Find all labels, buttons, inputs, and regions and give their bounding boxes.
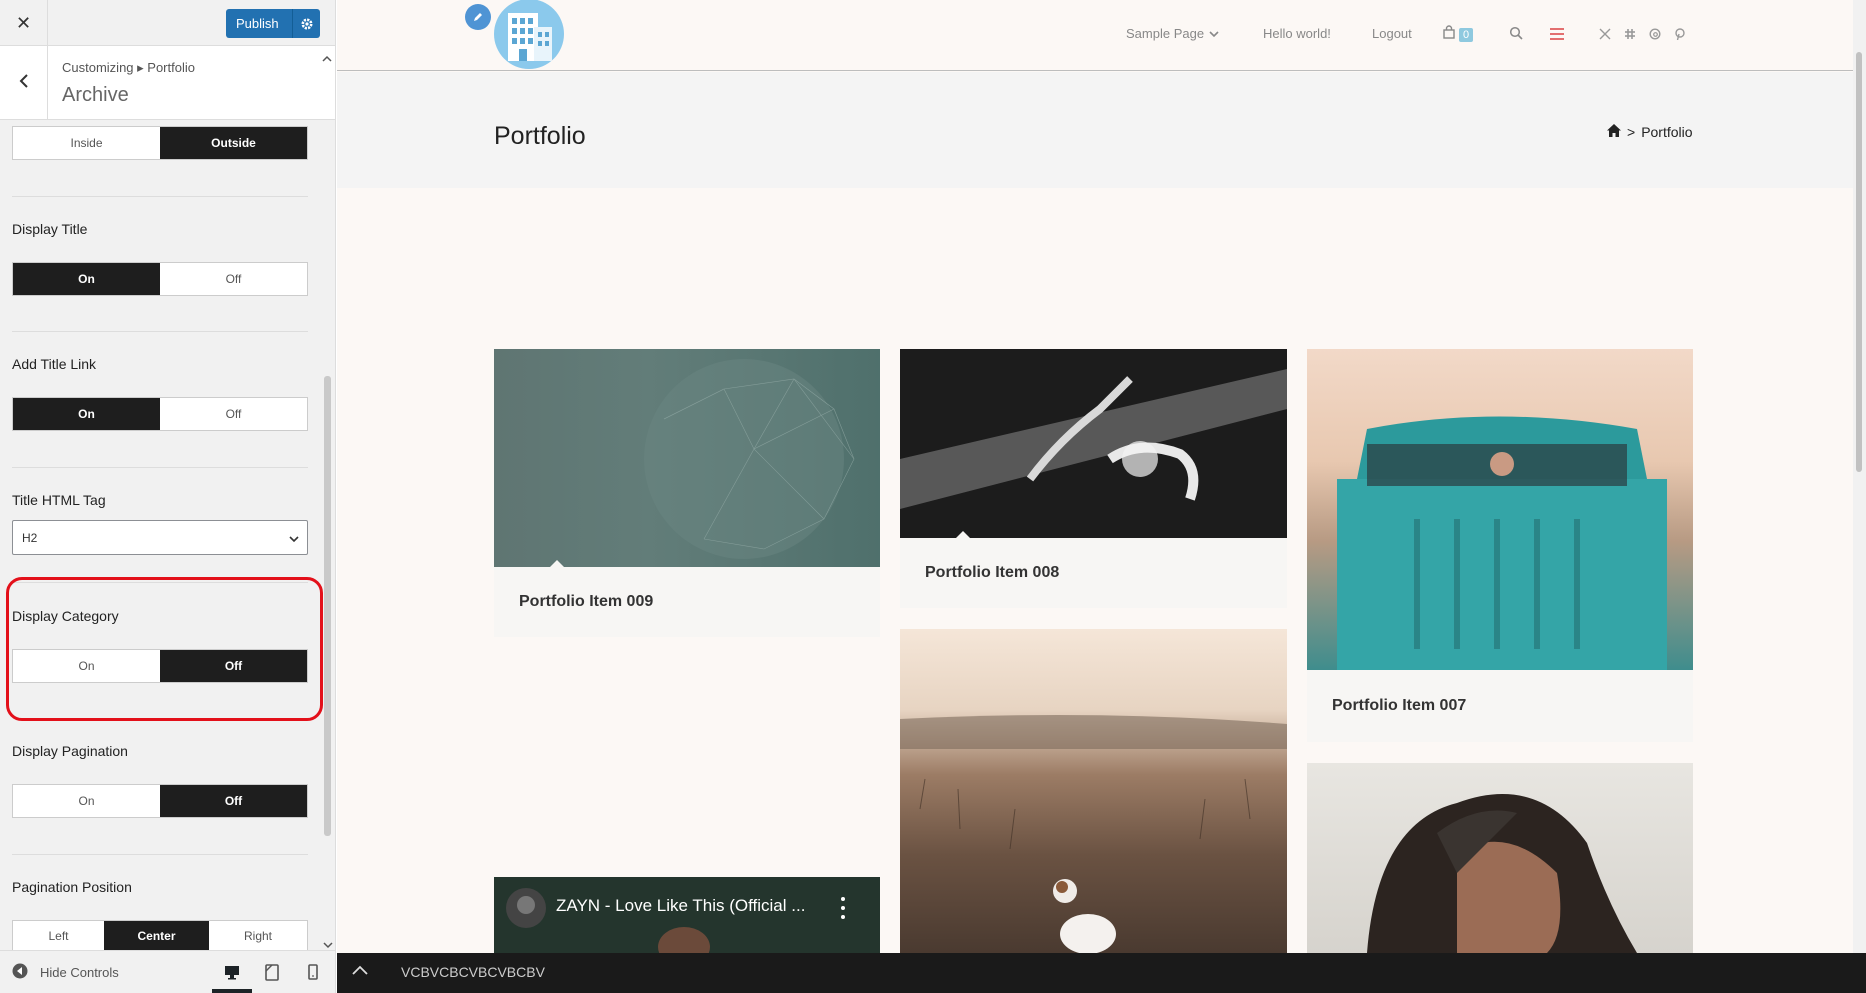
gear-icon[interactable] (292, 9, 320, 38)
nav-item-hello-world[interactable]: Hello world! (1263, 26, 1331, 41)
breadcrumb-current: Portfolio (1641, 124, 1693, 140)
title-html-tag-label: Title HTML Tag (12, 492, 106, 508)
pagination-right[interactable]: Right (209, 921, 307, 951)
publish-label: Publish (236, 16, 279, 31)
display-pagination-toggle: On Off (12, 784, 308, 818)
display-pagination-label: Display Pagination (12, 743, 128, 759)
chevron-left-icon (18, 73, 30, 94)
nav-item-sample-page[interactable]: Sample Page (1126, 26, 1219, 41)
bottom-bar: VCBVCBCVBCVBCBV (337, 953, 1866, 993)
chevron-up-icon[interactable] (351, 963, 369, 982)
breadcrumb: > Portfolio (1607, 124, 1693, 140)
annotation-highlight-box (6, 577, 323, 721)
x-twitter-icon[interactable] (1599, 27, 1611, 45)
publish-button[interactable]: Publish (226, 9, 320, 38)
divider (12, 196, 308, 197)
position-toggle: Inside Outside (12, 126, 308, 160)
add-title-link-off[interactable]: Off (160, 398, 307, 430)
page-title: Portfolio (494, 122, 586, 150)
pagination-position-label: Pagination Position (12, 879, 132, 895)
portfolio-image-portrait[interactable] (1307, 763, 1693, 953)
chevron-down-icon (1209, 26, 1219, 41)
customizer-footer: Hide Controls (0, 950, 335, 993)
title-html-tag-select[interactable]: H2 (12, 520, 308, 555)
desktop-preview-icon[interactable] (222, 962, 242, 982)
tablet-preview-icon[interactable] (262, 962, 282, 982)
customizer-topbar: ✕ Publish (0, 0, 335, 46)
pagination-left[interactable]: Left (13, 921, 104, 951)
divider (12, 331, 308, 332)
scrollbar-thumb[interactable] (1856, 52, 1862, 472)
pagination-center[interactable]: Center (104, 921, 209, 951)
video-embed[interactable]: ZAYN - Love Like This (Official ... (494, 877, 880, 953)
section-header: Customizing ▸ Portfolio Archive (0, 46, 335, 120)
portfolio-title-007[interactable]: Portfolio Item 007 (1307, 670, 1693, 742)
preview-scrollbar[interactable] (1853, 0, 1866, 953)
display-title-off[interactable]: Off (160, 263, 307, 295)
nav-label: Sample Page (1126, 26, 1205, 41)
site-preview: Sample Page Hello world! Logout 0 Portfo… (337, 0, 1866, 993)
slack-icon[interactable] (1624, 27, 1636, 45)
edit-shortcut-pencil-icon[interactable] (465, 4, 491, 30)
add-title-link-toggle: On Off (12, 397, 308, 431)
display-pagination-on[interactable]: On (13, 785, 160, 817)
display-title-on[interactable]: On (13, 263, 160, 295)
pinterest-icon[interactable] (1674, 27, 1686, 45)
threads-icon[interactable] (1649, 27, 1661, 45)
chevron-down-icon (289, 532, 299, 546)
portfolio-title-009[interactable]: Portfolio Item 009 (494, 567, 880, 637)
toggle-option-inside[interactable]: Inside (13, 127, 160, 159)
home-icon[interactable] (1607, 124, 1621, 140)
collapse-icon (12, 963, 28, 982)
site-header: Sample Page Hello world! Logout 0 (337, 0, 1853, 71)
display-title-toggle: On Off (12, 262, 308, 296)
divider (12, 467, 308, 468)
add-title-link-on[interactable]: On (13, 398, 160, 430)
add-title-link-label: Add Title Link (12, 356, 97, 372)
toggle-option-outside[interactable]: Outside (160, 127, 307, 159)
customizer-panel: ✕ Publish Customizing ▸ Portfolio Archiv… (0, 0, 336, 993)
hide-controls-button[interactable]: Hide Controls (12, 963, 119, 982)
portfolio-image-009[interactable] (494, 349, 880, 567)
portfolio-image-dog[interactable] (900, 629, 1287, 953)
active-device-indicator (212, 989, 252, 993)
section-title: Archive (62, 84, 129, 106)
back-button[interactable] (0, 46, 48, 120)
breadcrumb-separator: > (1627, 124, 1636, 140)
nav-item-logout[interactable]: Logout (1372, 26, 1412, 41)
display-pagination-off[interactable]: Off (160, 785, 307, 817)
hide-controls-label: Hide Controls (40, 965, 119, 980)
site-logo[interactable] (494, 0, 564, 69)
portfolio-image-007[interactable] (1307, 349, 1693, 670)
hamburger-menu-icon[interactable] (1550, 27, 1564, 45)
video-title: ZAYN - Love Like This (Official ... (556, 896, 806, 915)
mobile-preview-icon[interactable] (303, 962, 323, 982)
pagination-position-toggle: Left Center Right (12, 920, 308, 952)
portfolio-image-008[interactable] (900, 349, 1287, 538)
panel-scrollbar[interactable] (324, 376, 331, 836)
bottom-bar-text: VCBVCBCVBCVBCBV (401, 964, 545, 980)
breadcrumb: Customizing ▸ Portfolio (62, 60, 195, 75)
cart-count-badge: 0 (1459, 27, 1474, 42)
shopping-bag-icon (1442, 25, 1456, 44)
divider (12, 854, 308, 855)
cart-button[interactable]: 0 (1442, 25, 1474, 44)
close-customizer-button[interactable]: ✕ (0, 0, 48, 46)
portfolio-title-008[interactable]: Portfolio Item 008 (900, 538, 1287, 608)
search-icon[interactable] (1509, 26, 1523, 45)
display-title-label: Display Title (12, 221, 88, 237)
scroll-up-arrow-icon[interactable] (322, 50, 332, 68)
title-html-tag-value: H2 (22, 530, 38, 545)
